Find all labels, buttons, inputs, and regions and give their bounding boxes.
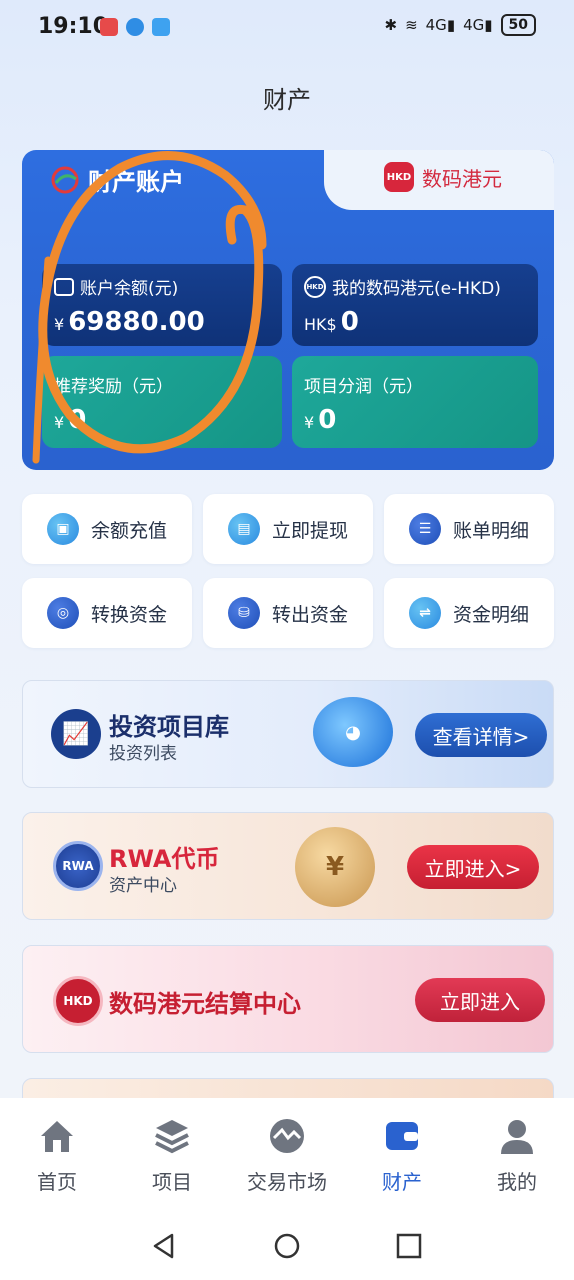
tab-digital-hkd-label-wrap[interactable]: HKD 数码港元 bbox=[384, 162, 502, 192]
tab-projects-label: 项目 bbox=[152, 1170, 192, 1194]
funds-detail-label: 资金明细 bbox=[452, 603, 529, 626]
globe-chart-icon: ◕ bbox=[313, 697, 393, 767]
reward-currency: ¥ bbox=[54, 413, 65, 432]
battery-icon: 50 bbox=[500, 14, 536, 36]
transfer-out-button[interactable]: ⛁ 转出资金 bbox=[203, 578, 373, 648]
bottom-tab-bar: 首页 项目 交易市场 财产 我的 bbox=[0, 1098, 574, 1210]
wallet-recharge-icon: ▣ bbox=[46, 513, 79, 545]
recharge-label: 余额充值 bbox=[90, 519, 167, 542]
rwa-badge-icon: RWA bbox=[53, 841, 103, 891]
bill-detail-label: 账单明细 bbox=[452, 519, 529, 542]
ehkd-value: 0 bbox=[340, 307, 359, 337]
hkd-icon: HKD bbox=[384, 162, 414, 192]
logo-icon bbox=[51, 166, 79, 193]
rwa-banner-title: RWA代币 bbox=[109, 845, 220, 873]
balance-value: 69880.00 bbox=[68, 307, 205, 337]
reward-label: 推荐奖励（元） bbox=[54, 377, 173, 397]
transfer-out-icon: ⛁ bbox=[227, 597, 260, 629]
withdraw-icon: ▤ bbox=[227, 513, 260, 545]
funds-detail-button[interactable]: ⇌ 资金明细 bbox=[384, 578, 554, 648]
convert-funds-label: 转换资金 bbox=[90, 603, 167, 626]
back-icon[interactable] bbox=[150, 1232, 178, 1260]
recent-apps-icon[interactable] bbox=[395, 1232, 423, 1260]
reward-box[interactable]: 推荐奖励（元） ¥0 bbox=[42, 356, 282, 448]
layers-icon bbox=[155, 1120, 189, 1154]
profit-box[interactable]: 项目分润（元） ¥0 bbox=[292, 356, 538, 448]
chart-growth-icon: 📈 bbox=[51, 709, 101, 759]
wifi-icon: ≋ bbox=[405, 16, 418, 34]
tab-projects[interactable]: 项目 bbox=[127, 1116, 217, 1195]
ehkd-enter-button[interactable]: 立即进入 bbox=[415, 978, 545, 1022]
bill-detail-button[interactable]: ☰ 账单明细 bbox=[384, 494, 554, 564]
tab-property[interactable]: 财产 bbox=[357, 1116, 447, 1195]
bluetooth-icon: ✱ bbox=[384, 16, 398, 34]
tab-digital-hkd-label: 数码港元 bbox=[422, 166, 502, 191]
system-navigation-bar bbox=[0, 1210, 574, 1280]
view-details-button[interactable]: 查看详情> bbox=[415, 713, 547, 757]
reward-value: 0 bbox=[68, 405, 87, 435]
transfer-out-label: 转出资金 bbox=[271, 603, 348, 626]
ehkd-label: 我的数码港元(e-HKD) bbox=[332, 279, 501, 299]
hkd-icon: HKD bbox=[304, 275, 326, 298]
invest-banner[interactable]: 📈 投资项目库 投资列表 ◕ 查看详情> bbox=[22, 680, 554, 788]
balance-label: 账户余额(元) bbox=[80, 279, 179, 299]
cloud-notification-icon bbox=[152, 18, 170, 36]
profit-label: 项目分润（元） bbox=[304, 377, 423, 397]
withdraw-label: 立即提现 bbox=[271, 519, 348, 542]
tab-property-label: 财产 bbox=[382, 1170, 422, 1194]
convert-funds-icon: ◎ bbox=[46, 597, 79, 629]
hkd-icon: HKD bbox=[53, 976, 103, 1026]
gold-shield-icon: ¥ bbox=[295, 827, 375, 907]
tab-property-account-label: 财产账户 bbox=[88, 168, 184, 196]
home-icon bbox=[41, 1121, 73, 1152]
tab-home[interactable]: 首页 bbox=[12, 1116, 102, 1195]
tab-mine-label: 我的 bbox=[497, 1170, 537, 1194]
profit-value: 0 bbox=[318, 405, 337, 435]
home-circle-icon[interactable] bbox=[273, 1232, 301, 1260]
account-card: 财产账户 HKD 数码港元 账户余额(元) ¥69880.00 HKD 我的数码港… bbox=[22, 150, 554, 470]
ehkd-currency: HK$ bbox=[304, 315, 337, 334]
market-icon bbox=[270, 1119, 304, 1153]
wallet-icon bbox=[54, 277, 74, 296]
bill-detail-icon: ☰ bbox=[408, 513, 441, 545]
invest-banner-title: 投资项目库 bbox=[109, 713, 229, 741]
rwa-enter-button[interactable]: 立即进入> bbox=[407, 845, 539, 889]
tab-home-label: 首页 bbox=[37, 1170, 77, 1194]
status-right: ✱ ≋ 4G▮ 4G▮ 50 bbox=[384, 14, 536, 36]
tab-property-account[interactable]: 财产账户 bbox=[50, 162, 184, 197]
signal-icon: 4G▮ bbox=[463, 16, 493, 34]
wallet-icon bbox=[386, 1122, 418, 1150]
app-notification-icon bbox=[100, 18, 118, 36]
ehkd-banner-title: 数码港元结算中心 bbox=[109, 990, 301, 1018]
user-icon bbox=[501, 1120, 533, 1154]
tab-market-label: 交易市场 bbox=[247, 1170, 327, 1194]
balance-currency: ¥ bbox=[54, 315, 65, 334]
ehkd-settlement-banner[interactable]: HKD 数码港元结算中心 立即进入 bbox=[22, 945, 554, 1053]
convert-funds-button[interactable]: ◎ 转换资金 bbox=[22, 578, 192, 648]
page-title: 财产 bbox=[263, 86, 311, 114]
invest-banner-subtitle: 投资列表 bbox=[109, 744, 177, 764]
ehkd-box[interactable]: HKD 我的数码港元(e-HKD) HK$ 0 bbox=[292, 264, 538, 346]
withdraw-button[interactable]: ▤ 立即提现 bbox=[203, 494, 373, 564]
status-time: 19:10 bbox=[38, 14, 109, 39]
rwa-banner-subtitle: 资产中心 bbox=[109, 876, 177, 896]
status-bar: 19:10 ✱ ≋ 4G▮ 4G▮ 50 bbox=[0, 0, 574, 52]
recharge-button[interactable]: ▣ 余额充值 bbox=[22, 494, 192, 564]
tab-market[interactable]: 交易市场 bbox=[242, 1116, 332, 1195]
funds-detail-icon: ⇌ bbox=[408, 597, 441, 629]
tab-mine[interactable]: 我的 bbox=[472, 1116, 562, 1195]
app-notification-icon bbox=[126, 18, 144, 36]
rwa-banner[interactable]: RWA RWA代币 资产中心 ¥ 立即进入> bbox=[22, 812, 554, 920]
balance-box[interactable]: 账户余额(元) ¥69880.00 bbox=[42, 264, 282, 346]
profit-currency: ¥ bbox=[304, 413, 315, 432]
signal-icon: 4G▮ bbox=[425, 16, 456, 34]
